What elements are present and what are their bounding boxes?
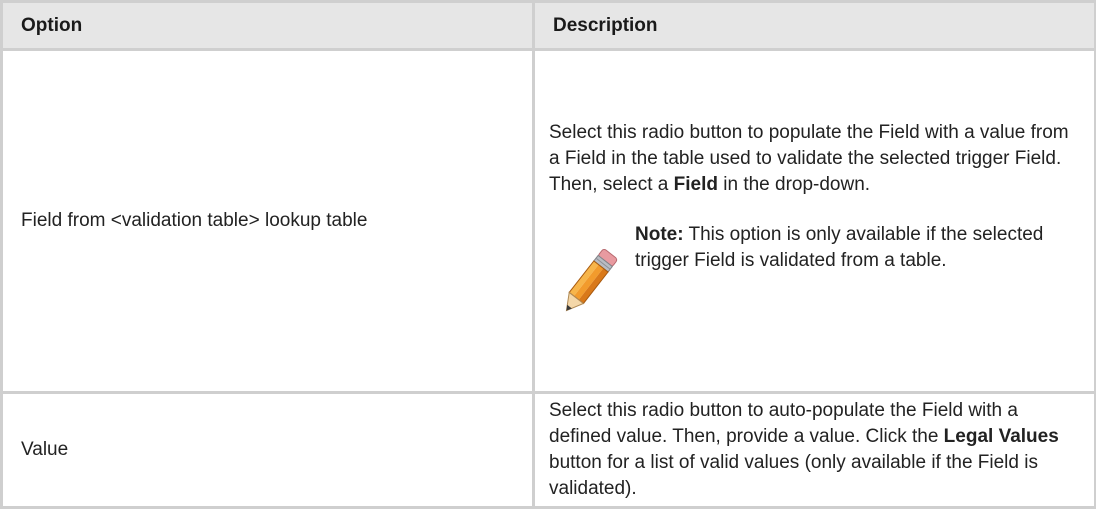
note-text: Note: This option is only available if t… [635,222,1070,274]
note-body: This option is only available if the sel… [635,224,1044,271]
description-text: Select this radio button to auto-populat… [549,398,1070,502]
description-cell: Select this radio button to auto-populat… [532,391,1096,509]
option-cell: Value [0,391,535,509]
description-text-part: in the drop-down. [717,174,871,195]
description-text: Select this radio button to populate the… [549,120,1070,198]
pencil-icon [565,249,618,312]
header-description: Description [532,0,1096,51]
description-cell: Select this radio button to populate the… [532,48,1096,394]
header-row: Option Description [0,0,1096,51]
table-row: Field from <validation table> lookup tab… [0,48,1096,394]
header-option: Option [0,0,535,51]
legal-values-emphasis: Legal Values [943,426,1059,447]
field-emphasis: Field [673,174,718,195]
table-row: Value Select this radio button to auto-p… [0,391,1096,509]
description-text-part: button for a list of valid values (only … [549,452,1038,499]
option-cell: Field from <validation table> lookup tab… [0,48,535,394]
table-header: Option Description [0,0,1096,51]
options-table: Option Description Field from <validatio… [0,0,1096,509]
note-label: Note: [635,224,684,245]
note-box: Note: This option is only available if t… [549,222,1070,322]
